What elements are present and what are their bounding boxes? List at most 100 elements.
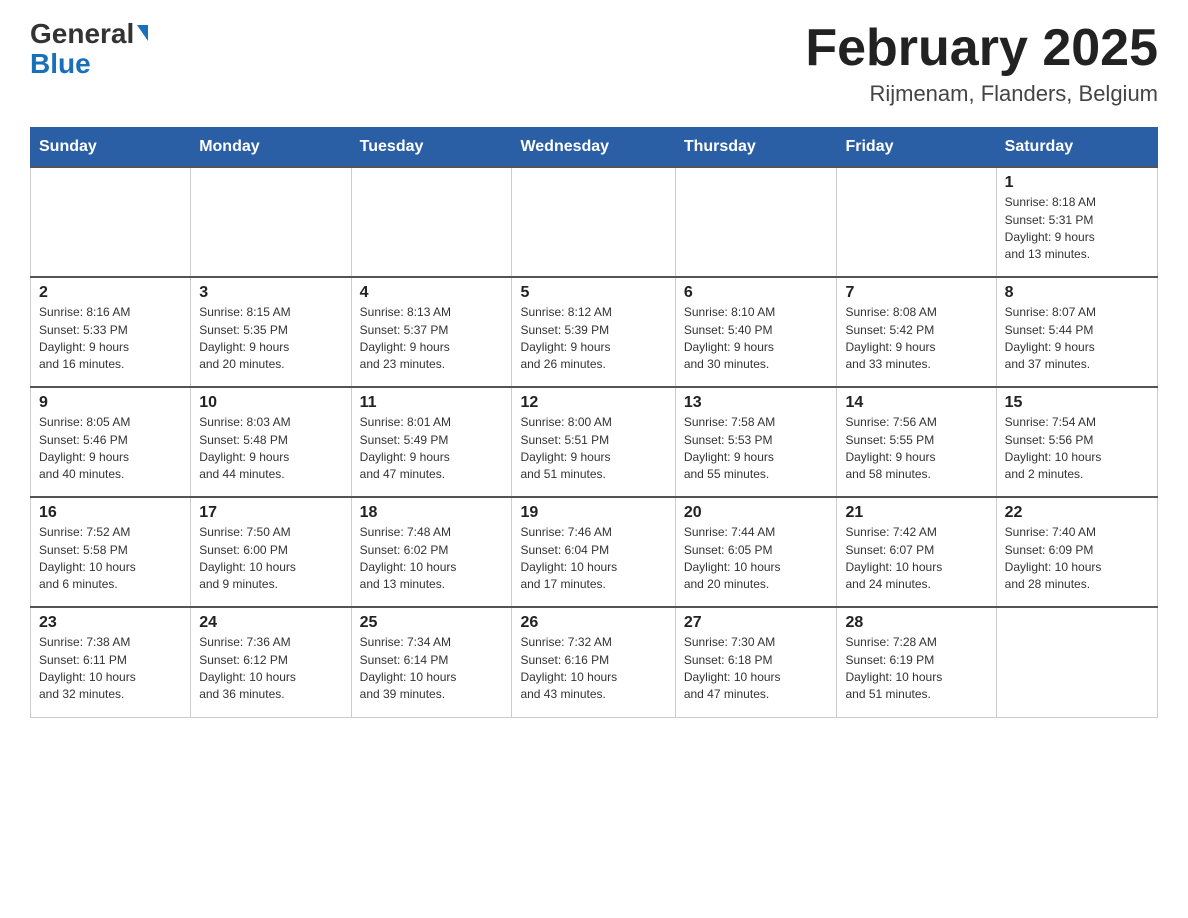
calendar-cell: 8 Sunrise: 8:07 AM Sunset: 5:44 PM Daylig… [996, 277, 1157, 387]
day-number: 11 [360, 394, 504, 412]
week-row-1: 1 Sunrise: 8:18 AM Sunset: 5:31 PM Daylig… [31, 167, 1158, 277]
day-number: 3 [199, 284, 342, 302]
calendar-cell [351, 167, 512, 277]
day-number: 2 [39, 284, 182, 302]
column-header-monday: Monday [191, 128, 351, 168]
calendar-cell: 7 Sunrise: 8:08 AM Sunset: 5:42 PM Daylig… [837, 277, 996, 387]
calendar-cell: 11 Sunrise: 8:01 AM Sunset: 5:49 PM Dayli… [351, 387, 512, 497]
day-number: 9 [39, 394, 182, 412]
day-number: 19 [520, 504, 666, 522]
calendar-cell: 9Sunrise: 8:05 AM Sunset: 5:46 PM Daylig… [31, 387, 191, 497]
calendar-cell: 20Sunrise: 7:44 AM Sunset: 6:05 PM Dayli… [675, 497, 837, 607]
day-info: Sunrise: 8:18 AM Sunset: 5:31 PM Dayligh… [1005, 194, 1149, 264]
week-row-4: 16 Sunrise: 7:52 AM Sunset: 5:58 PM Dayli… [31, 497, 1158, 607]
day-number: 6 [684, 284, 829, 302]
day-info: Sunrise: 8:00 AM Sunset: 5:51 PM Dayligh… [520, 414, 666, 484]
column-header-thursday: Thursday [675, 128, 837, 168]
calendar-cell: 25 Sunrise: 7:34 AM Sunset: 6:14 PM Dayli… [351, 607, 512, 717]
calendar-cell: 13 Sunrise: 7:58 AM Sunset: 5:53 PM Dayli… [675, 387, 837, 497]
page-header: General Blue February 2025 Rijmenam, Fla… [30, 20, 1158, 107]
calendar-cell: 22 Sunrise: 7:40 AM Sunset: 6:09 PM Dayli… [996, 497, 1157, 607]
calendar-cell [512, 167, 675, 277]
calendar-cell: 26 Sunrise: 7:32 AM Sunset: 6:16 PM Dayli… [512, 607, 675, 717]
day-number: 16 [39, 504, 182, 522]
day-info: Sunrise: 8:12 AM Sunset: 5:39 PM Dayligh… [520, 304, 666, 374]
calendar-cell: 3 Sunrise: 8:15 AM Sunset: 5:35 PM Daylig… [191, 277, 351, 387]
day-number: 8 [1005, 284, 1149, 302]
day-info: Sunrise: 7:30 AM Sunset: 6:18 PM Dayligh… [684, 634, 829, 704]
calendar-cell: 6 Sunrise: 8:10 AM Sunset: 5:40 PM Daylig… [675, 277, 837, 387]
calendar-cell: 1 Sunrise: 8:18 AM Sunset: 5:31 PM Daylig… [996, 167, 1157, 277]
calendar-cell [675, 167, 837, 277]
day-info: Sunrise: 7:46 AM Sunset: 6:04 PM Dayligh… [520, 524, 666, 594]
calendar-cell [837, 167, 996, 277]
column-header-tuesday: Tuesday [351, 128, 512, 168]
day-number: 17 [199, 504, 342, 522]
day-number: 14 [845, 394, 987, 412]
calendar-cell [31, 167, 191, 277]
day-info: Sunrise: 7:42 AM Sunset: 6:07 PM Dayligh… [845, 524, 987, 594]
week-row-2: 2Sunrise: 8:16 AM Sunset: 5:33 PM Daylig… [31, 277, 1158, 387]
column-header-sunday: Sunday [31, 128, 191, 168]
day-info: Sunrise: 8:13 AM Sunset: 5:37 PM Dayligh… [360, 304, 504, 374]
calendar-cell [996, 607, 1157, 717]
day-number: 15 [1005, 394, 1149, 412]
day-info: Sunrise: 8:01 AM Sunset: 5:49 PM Dayligh… [360, 414, 504, 484]
day-number: 22 [1005, 504, 1149, 522]
day-info: Sunrise: 7:44 AM Sunset: 6:05 PM Dayligh… [684, 524, 829, 594]
day-info: Sunrise: 7:28 AM Sunset: 6:19 PM Dayligh… [845, 634, 987, 704]
day-info: Sunrise: 8:08 AM Sunset: 5:42 PM Dayligh… [845, 304, 987, 374]
calendar-cell: 10Sunrise: 8:03 AM Sunset: 5:48 PM Dayli… [191, 387, 351, 497]
calendar-cell [191, 167, 351, 277]
day-info: Sunrise: 7:32 AM Sunset: 6:16 PM Dayligh… [520, 634, 666, 704]
day-number: 24 [199, 614, 342, 632]
calendar-cell: 5Sunrise: 8:12 AM Sunset: 5:39 PM Daylig… [512, 277, 675, 387]
day-info: Sunrise: 7:58 AM Sunset: 5:53 PM Dayligh… [684, 414, 829, 484]
title-block: February 2025 Rijmenam, Flanders, Belgiu… [805, 20, 1158, 107]
calendar-cell: 28Sunrise: 7:28 AM Sunset: 6:19 PM Dayli… [837, 607, 996, 717]
logo-triangle-icon [137, 25, 148, 41]
day-number: 25 [360, 614, 504, 632]
week-row-5: 23 Sunrise: 7:38 AM Sunset: 6:11 PM Dayli… [31, 607, 1158, 717]
calendar-cell: 18 Sunrise: 7:48 AM Sunset: 6:02 PM Dayli… [351, 497, 512, 607]
day-info: Sunrise: 7:38 AM Sunset: 6:11 PM Dayligh… [39, 634, 182, 704]
column-header-friday: Friday [837, 128, 996, 168]
day-info: Sunrise: 8:07 AM Sunset: 5:44 PM Dayligh… [1005, 304, 1149, 374]
day-info: Sunrise: 7:34 AM Sunset: 6:14 PM Dayligh… [360, 634, 504, 704]
day-number: 21 [845, 504, 987, 522]
day-info: Sunrise: 8:03 AM Sunset: 5:48 PM Dayligh… [199, 414, 342, 484]
day-number: 26 [520, 614, 666, 632]
day-number: 1 [1005, 174, 1149, 192]
column-header-saturday: Saturday [996, 128, 1157, 168]
day-number: 18 [360, 504, 504, 522]
calendar-cell: 15 Sunrise: 7:54 AM Sunset: 5:56 PM Dayli… [996, 387, 1157, 497]
calendar-cell: 27 Sunrise: 7:30 AM Sunset: 6:18 PM Dayli… [675, 607, 837, 717]
calendar-cell: 21 Sunrise: 7:42 AM Sunset: 6:07 PM Dayli… [837, 497, 996, 607]
calendar-cell: 12 Sunrise: 8:00 AM Sunset: 5:51 PM Dayli… [512, 387, 675, 497]
day-number: 7 [845, 284, 987, 302]
day-number: 13 [684, 394, 829, 412]
calendar-cell: 23 Sunrise: 7:38 AM Sunset: 6:11 PM Dayli… [31, 607, 191, 717]
day-info: Sunrise: 7:54 AM Sunset: 5:56 PM Dayligh… [1005, 414, 1149, 484]
calendar-cell: 17 Sunrise: 7:50 AM Sunset: 6:00 PM Dayli… [191, 497, 351, 607]
calendar-cell: 16 Sunrise: 7:52 AM Sunset: 5:58 PM Dayli… [31, 497, 191, 607]
calendar-cell: 24 Sunrise: 7:36 AM Sunset: 6:12 PM Dayli… [191, 607, 351, 717]
day-info: Sunrise: 7:56 AM Sunset: 5:55 PM Dayligh… [845, 414, 987, 484]
day-info: Sunrise: 7:40 AM Sunset: 6:09 PM Dayligh… [1005, 524, 1149, 594]
column-header-wednesday: Wednesday [512, 128, 675, 168]
day-info: Sunrise: 8:10 AM Sunset: 5:40 PM Dayligh… [684, 304, 829, 374]
day-number: 4 [360, 284, 504, 302]
day-info: Sunrise: 7:50 AM Sunset: 6:00 PM Dayligh… [199, 524, 342, 594]
calendar-cell: 2Sunrise: 8:16 AM Sunset: 5:33 PM Daylig… [31, 277, 191, 387]
day-number: 27 [684, 614, 829, 632]
day-number: 12 [520, 394, 666, 412]
location-subtitle: Rijmenam, Flanders, Belgium [805, 81, 1158, 107]
calendar-cell: 4 Sunrise: 8:13 AM Sunset: 5:37 PM Daylig… [351, 277, 512, 387]
day-info: Sunrise: 8:15 AM Sunset: 5:35 PM Dayligh… [199, 304, 342, 374]
day-info: Sunrise: 7:48 AM Sunset: 6:02 PM Dayligh… [360, 524, 504, 594]
calendar-cell: 14 Sunrise: 7:56 AM Sunset: 5:55 PM Dayli… [837, 387, 996, 497]
day-info: Sunrise: 7:36 AM Sunset: 6:12 PM Dayligh… [199, 634, 342, 704]
day-number: 23 [39, 614, 182, 632]
day-info: Sunrise: 7:52 AM Sunset: 5:58 PM Dayligh… [39, 524, 182, 594]
calendar-cell: 19 Sunrise: 7:46 AM Sunset: 6:04 PM Dayli… [512, 497, 675, 607]
